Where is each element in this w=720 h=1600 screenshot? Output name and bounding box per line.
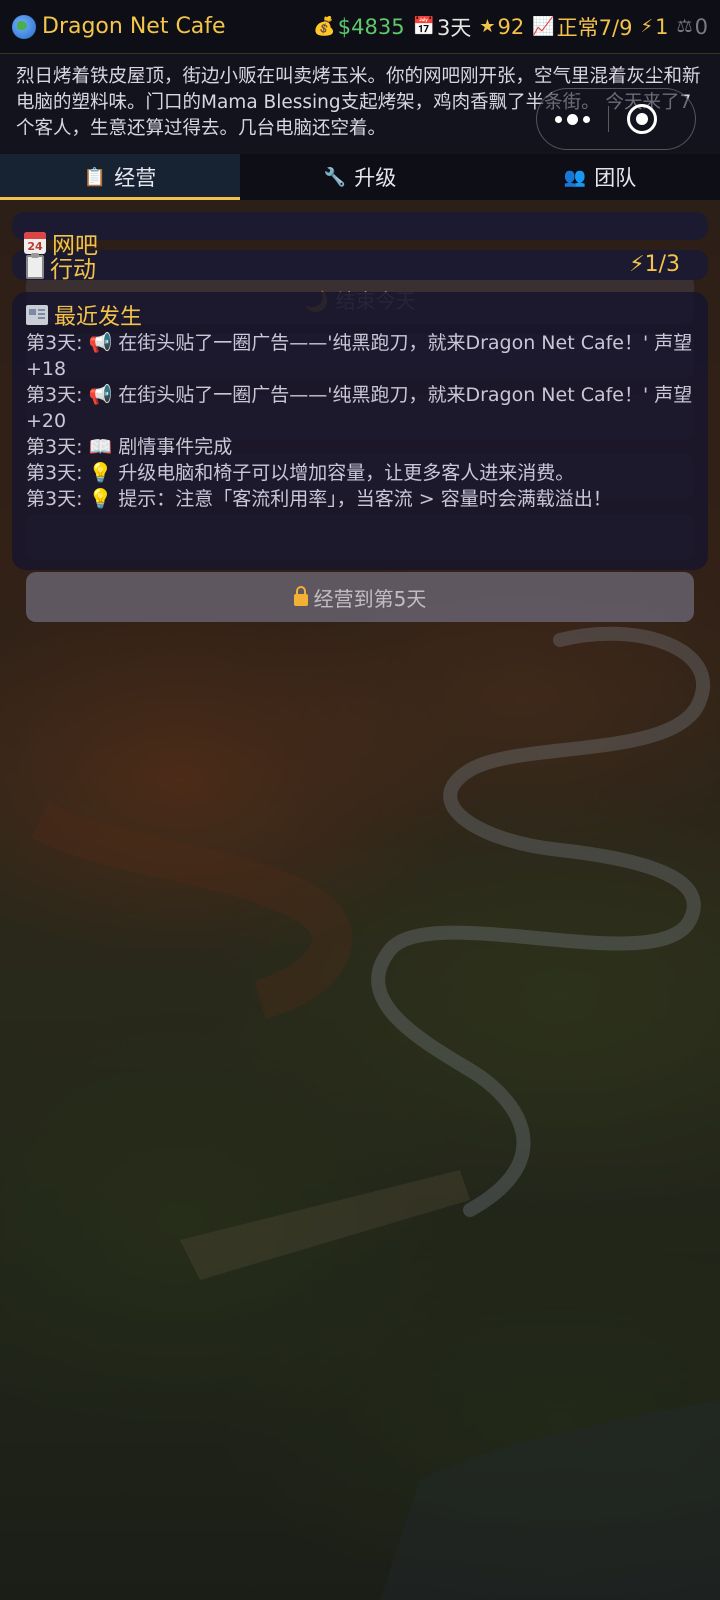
- reputation-value: 92: [497, 14, 525, 39]
- energy-stat: ⚡ 1: [640, 15, 668, 39]
- money-value: $4835: [337, 14, 405, 39]
- balance-stat: ⚖ 0: [676, 15, 708, 39]
- money-stat: 💰 $4835: [313, 15, 404, 39]
- events-title: 最近发生: [26, 300, 694, 330]
- actions-title-text: 行动: [50, 257, 96, 283]
- newspaper-icon: [26, 305, 48, 325]
- app-title: Dragon Net Cafe: [42, 14, 226, 39]
- main-tabs: 📋 经营 🔧 升级 👥 团队: [0, 154, 720, 200]
- event-item: 第3天: 💡 升级电脑和椅子可以增加容量，让更多客人进来消费。: [26, 462, 575, 484]
- event-item: 第3天: 💡 提示：注意「客流利用率」，当客流 > 容量时会满载溢出！: [26, 488, 612, 510]
- lock-icon: [293, 586, 308, 606]
- actions-section-title: 行动: [26, 250, 96, 284]
- brand: Dragon Net Cafe: [12, 14, 226, 39]
- scales-icon: ⚖: [676, 16, 693, 37]
- tab-upgrade[interactable]: 🔧 升级: [240, 154, 480, 200]
- globe-icon: [12, 14, 36, 39]
- tab-label: 经营: [114, 166, 157, 190]
- clipboard-icon: 📋: [83, 166, 107, 188]
- tab-team[interactable]: 👥 团队: [480, 154, 720, 200]
- day-value: 3天: [437, 15, 472, 40]
- tab-label: 升级: [354, 166, 397, 190]
- money-bag-icon: 💰: [313, 16, 336, 37]
- lightning-icon: ⚡: [640, 16, 654, 37]
- status-value: 正常7/9: [556, 15, 633, 40]
- calendar-icon: 📅: [412, 16, 435, 37]
- reputation-stat: ★ 92: [479, 15, 524, 39]
- tab-operations[interactable]: 📋 经营: [0, 154, 240, 200]
- miniprogram-capsule: [536, 88, 696, 150]
- capsule-divider: [608, 106, 609, 132]
- actions-section-bar: [12, 250, 708, 280]
- more-icon[interactable]: [555, 113, 590, 125]
- background-dim-overlay: [0, 0, 720, 1600]
- locked-operate-button[interactable]: 经营到第5天: [26, 572, 694, 622]
- recent-events-panel: 最近发生 第3天: 📢 在街头贴了一圈广告——'纯黑跑刀，就来Dragon Ne…: [12, 292, 708, 570]
- tab-label: 团队: [594, 166, 637, 190]
- event-item: 第3天: 📢 在街头贴了一圈广告——'纯黑跑刀，就来Dragon Net Caf…: [26, 332, 693, 380]
- event-item: 第3天: 📢 在街头贴了一圈广告——'纯黑跑刀，就来Dragon Net Caf…: [26, 384, 693, 432]
- stats-group: 💰 $4835 📅 3天 ★ 92 📈 正常7/9 ⚡ 1 ⚖ 0: [313, 12, 708, 42]
- energy-value: 1: [655, 14, 669, 39]
- team-icon: 👥: [563, 166, 587, 188]
- wrench-icon: 🔧: [323, 166, 347, 188]
- locked-button-label: 经营到第5天: [313, 586, 427, 611]
- chart-up-icon: 📈: [532, 16, 555, 37]
- close-target-icon[interactable]: [627, 104, 657, 134]
- clipboard-icon: [26, 253, 44, 279]
- events-title-text: 最近发生: [54, 305, 143, 330]
- actions-counter: ⚡1/3: [629, 252, 680, 277]
- top-status-bar: Dragon Net Cafe 💰 $4835 📅 3天 ★ 92 📈 正常7/…: [0, 0, 720, 54]
- star-icon: ★: [479, 16, 496, 37]
- balance-value: 0: [694, 14, 708, 39]
- cafe-section-bar: [12, 212, 708, 240]
- event-item: 第3天: 📖 剧情事件完成: [26, 436, 233, 458]
- day-stat: 📅 3天: [413, 12, 472, 42]
- status-stat: 📈 正常7/9: [532, 12, 632, 42]
